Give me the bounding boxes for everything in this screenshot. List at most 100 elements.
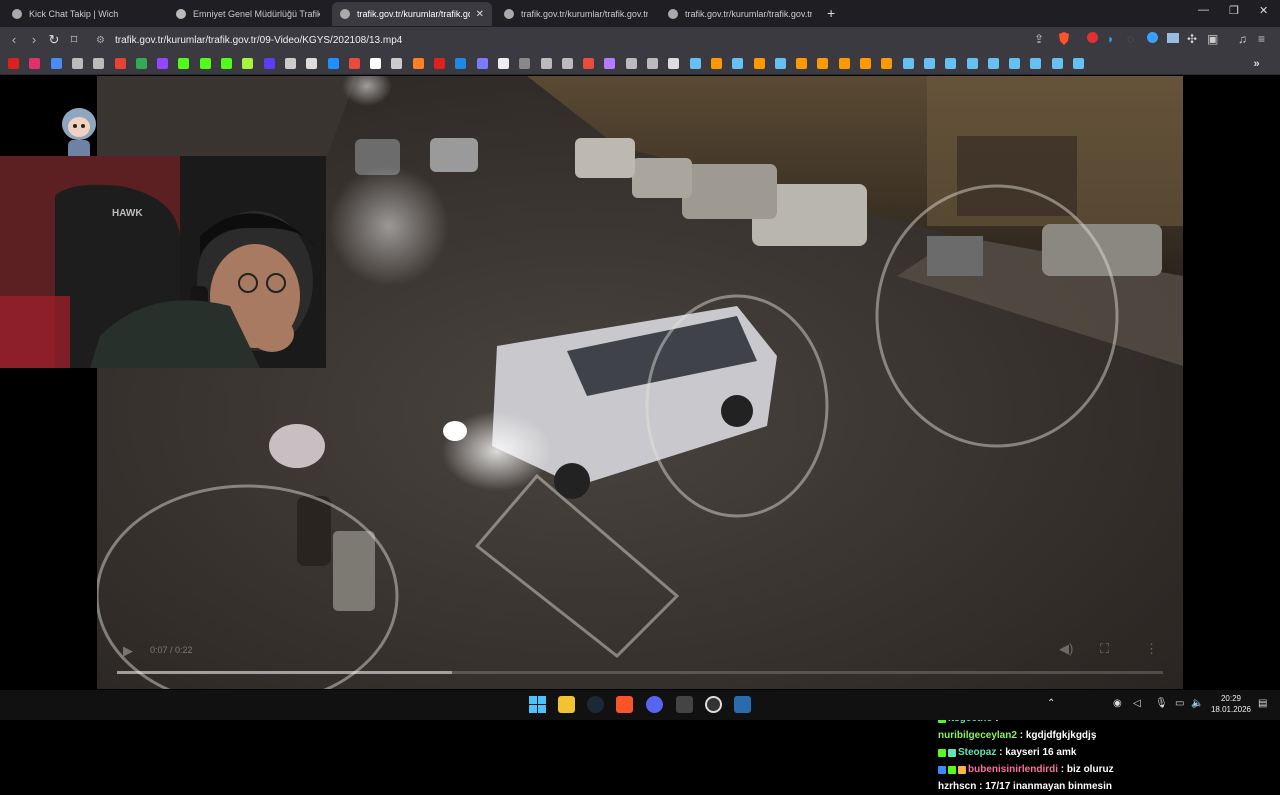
brave-shield-icon[interactable] — [1058, 32, 1070, 48]
bookmark-favicon-icon[interactable] — [50, 58, 62, 69]
bookmark-favicon-icon[interactable] — [583, 58, 595, 69]
extension-icon-4[interactable] — [1147, 32, 1158, 46]
new-tab-button[interactable]: + — [827, 5, 835, 21]
bookmark-favicon-icon[interactable] — [455, 58, 467, 69]
steam-tray-icon[interactable]: ◉ — [1113, 698, 1122, 709]
file-explorer-icon[interactable] — [558, 696, 575, 713]
restore-icon[interactable]: ❐ — [1229, 4, 1239, 17]
network-tray-icon[interactable]: ▭ — [1175, 698, 1184, 709]
close-tab-icon[interactable]: ✕ — [476, 9, 484, 20]
tray-overflow-icon[interactable]: ⌃ — [1047, 698, 1055, 709]
bookmark-favicon-icon[interactable] — [625, 58, 637, 69]
extension-icon-1[interactable] — [1087, 32, 1098, 46]
chat-username[interactable]: hzrhscn — [938, 778, 976, 795]
bookmark-favicon-icon[interactable] — [987, 58, 999, 69]
bookmark-favicon-icon[interactable] — [1073, 58, 1084, 69]
bookmark-favicon-icon[interactable] — [817, 58, 829, 69]
system-clock[interactable]: 20:29 18.01.2026 — [1208, 693, 1254, 715]
speaker-tray-icon[interactable]: 🔈 — [1191, 698, 1203, 709]
bookmark-favicon-icon[interactable] — [284, 58, 296, 69]
sidebar-icon[interactable]: ▣ — [1207, 32, 1218, 46]
bookmark-favicon-icon[interactable] — [796, 58, 808, 69]
bookmark-favicon-icon[interactable] — [966, 58, 978, 69]
bookmark-favicon-icon[interactable] — [476, 58, 488, 69]
steam-icon[interactable] — [587, 696, 604, 713]
bookmark-favicon-icon[interactable] — [902, 58, 914, 69]
bookmark-favicon-icon[interactable] — [945, 58, 957, 69]
tab-trafik-active[interactable]: trafik.gov.tr/kurumlar/trafik.gov.t ✕ — [332, 2, 492, 26]
bookmark-favicon-icon[interactable] — [710, 58, 722, 69]
fullscreen-icon[interactable]: ⛶ — [1100, 641, 1109, 657]
bookmark-favicon-icon[interactable] — [753, 58, 765, 69]
minimize-icon[interactable]: — — [1198, 4, 1209, 16]
discord-icon[interactable] — [646, 696, 663, 713]
bookmark-favicon-icon[interactable] — [860, 58, 871, 69]
bookmark-favicon-icon[interactable] — [540, 58, 552, 69]
volume-tray-icon[interactable]: ◁ — [1133, 698, 1141, 709]
reload-icon[interactable]: ↻ — [46, 32, 62, 48]
share-icon[interactable]: ⇪ — [1034, 32, 1044, 46]
obs-icon[interactable] — [705, 696, 722, 713]
volume-icon[interactable]: ◀) — [1059, 641, 1073, 657]
chat-username[interactable]: bubenisinirlendirdi — [968, 761, 1058, 778]
bookmark-favicon-icon[interactable] — [668, 58, 680, 69]
bookmark-favicon-icon[interactable] — [391, 58, 403, 69]
bookmark-favicon-icon[interactable] — [604, 58, 616, 69]
bookmark-favicon-icon[interactable] — [732, 58, 744, 69]
bookmark-favicon-icon[interactable] — [370, 58, 382, 69]
tab-kick-chat[interactable]: Kick Chat Takip | Wich — [4, 2, 164, 26]
brave-browser-icon[interactable] — [616, 696, 633, 713]
site-info-icon[interactable]: ⚙ — [96, 35, 105, 46]
tab-trafik-3[interactable]: trafik.gov.tr/kurumlar/trafik.gov.tr/09 — [660, 2, 820, 26]
extension-icon-3[interactable]: ◌ — [1127, 32, 1134, 46]
bookmark-favicon-icon[interactable] — [774, 58, 786, 69]
bookmark-favicon-icon[interactable] — [561, 58, 573, 69]
bookmark-favicon-icon[interactable] — [519, 58, 531, 69]
bookmark-favicon-icon[interactable] — [306, 58, 318, 69]
more-options-icon[interactable]: ⋮ — [1145, 641, 1158, 657]
chat-username[interactable]: Steopaz — [958, 744, 996, 761]
bookmark-favicon-icon[interactable] — [881, 58, 893, 69]
bookmark-favicon-icon[interactable] — [71, 58, 83, 69]
tab-trafik-2[interactable]: trafik.gov.tr/kurumlar/trafik.gov.tr/09 — [496, 2, 656, 26]
chat-username[interactable]: nuribilgeceylan2 — [938, 727, 1017, 744]
bookmark-favicon-icon[interactable] — [221, 58, 232, 69]
tab-emniyet[interactable]: Emniyet Genel Müdürlüğü Trafik Başk — [168, 2, 328, 26]
bookmark-favicon-icon[interactable] — [497, 58, 509, 69]
bookmark-favicon-icon[interactable] — [1030, 58, 1042, 69]
extensions-puzzle-icon[interactable]: ✣ — [1187, 32, 1197, 46]
bookmark-favicon-icon[interactable] — [923, 58, 935, 69]
forward-icon[interactable]: › — [26, 32, 42, 47]
extension-icon-5[interactable] — [1167, 32, 1179, 46]
bookmark-favicon-icon[interactable] — [838, 58, 850, 69]
bookmark-favicon-icon[interactable] — [178, 58, 190, 69]
bookmark-favicon-icon[interactable] — [327, 58, 339, 69]
menu-icon[interactable]: ≡ — [1258, 32, 1265, 46]
play-icon[interactable]: ▶ — [123, 643, 133, 659]
bookmark-favicon-icon[interactable] — [135, 58, 147, 69]
video-progress-bar[interactable] — [117, 671, 1163, 674]
bookmark-favicon-icon[interactable] — [1009, 58, 1021, 69]
bookmark-favicon-icon[interactable] — [412, 58, 424, 69]
close-window-icon[interactable]: ✕ — [1259, 4, 1268, 17]
bookmark-favicon-icon[interactable] — [434, 58, 445, 69]
bookmark-favicon-icon[interactable] — [647, 58, 658, 69]
back-icon[interactable]: ‹ — [6, 32, 22, 47]
media-icon[interactable]: ♫ — [1238, 32, 1247, 46]
bookmark-favicon-icon[interactable] — [689, 58, 701, 69]
extension-icon-2[interactable]: ◗ — [1107, 32, 1114, 46]
bookmark-favicon-icon[interactable] — [199, 58, 211, 69]
bookmark-favicon-icon[interactable] — [93, 58, 105, 69]
bookmark-favicon-icon[interactable] — [1051, 58, 1063, 69]
windows-start-icon[interactable] — [529, 696, 546, 713]
steam-app-icon[interactable] — [734, 696, 751, 713]
mic-tray-icon[interactable]: 🎙 — [1155, 698, 1168, 709]
bookmark-favicon-icon[interactable] — [242, 58, 254, 69]
bookmark-favicon-icon[interactable] — [157, 58, 169, 69]
bookmark-favicon-icon[interactable] — [348, 58, 360, 69]
notification-icon[interactable]: ▤ — [1258, 698, 1267, 709]
bookmark-icon[interactable]: ⌑ — [66, 32, 82, 48]
bookmark-favicon-icon[interactable] — [263, 58, 275, 69]
address-bar[interactable]: ⚙ trafik.gov.tr/kurumlar/trafik.gov.tr/0… — [88, 29, 1078, 51]
bookmark-favicon-icon[interactable] — [8, 58, 19, 69]
